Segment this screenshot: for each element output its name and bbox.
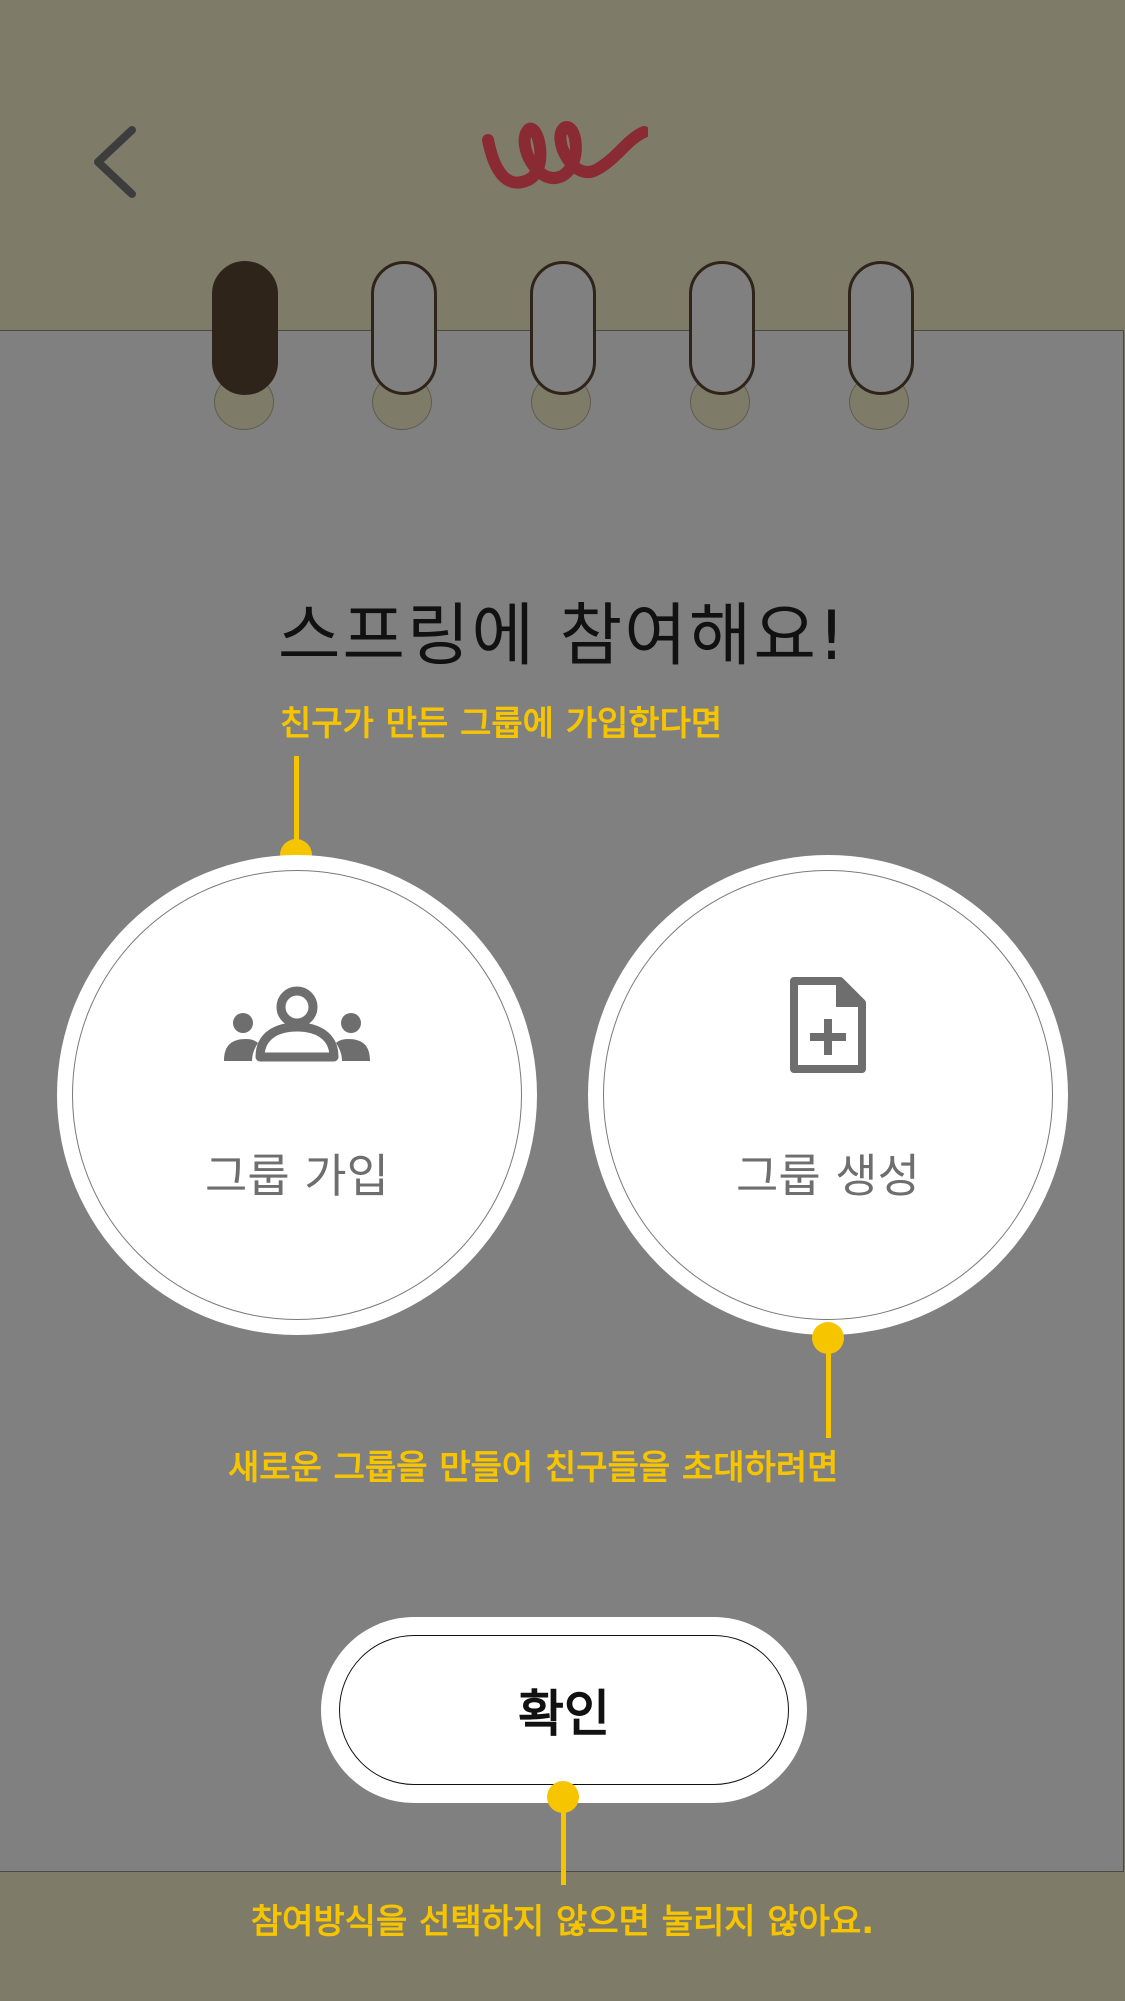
step-indicator-4 — [689, 261, 755, 395]
hint-confirm-connector — [561, 1797, 566, 1885]
step-indicator-1 — [212, 261, 278, 395]
step-indicator-3 — [530, 261, 596, 395]
join-group-button[interactable]: 그룹 가입 — [57, 855, 537, 1335]
new-document-icon — [790, 977, 866, 1073]
hint-create-connector — [826, 1338, 831, 1438]
hint-confirm: 참여방식을 선택하지 않으면 눌리지 않아요. — [250, 1902, 875, 1942]
create-group-ring — [603, 870, 1053, 1320]
join-group-label: 그룹 가입 — [205, 1149, 389, 1203]
hint-create: 새로운 그룹을 만들어 친구들을 초대하려면 — [228, 1448, 839, 1488]
page-title: 스프링에 참여해요! — [277, 597, 848, 676]
create-group-button[interactable]: 그룹 생성 — [588, 855, 1068, 1335]
step-indicator-5 — [848, 261, 914, 395]
create-group-label: 그룹 생성 — [736, 1149, 920, 1203]
join-group-ring — [72, 870, 522, 1320]
app-logo — [482, 121, 648, 189]
hint-join: 친구가 만든 그룹에 가입한다면 — [280, 704, 723, 744]
back-chevron-icon[interactable] — [88, 122, 148, 202]
group-icon — [224, 986, 370, 1062]
confirm-button-frame: 확인 — [321, 1617, 807, 1803]
confirm-button[interactable]: 확인 — [339, 1635, 789, 1785]
step-indicator-2 — [371, 261, 437, 395]
